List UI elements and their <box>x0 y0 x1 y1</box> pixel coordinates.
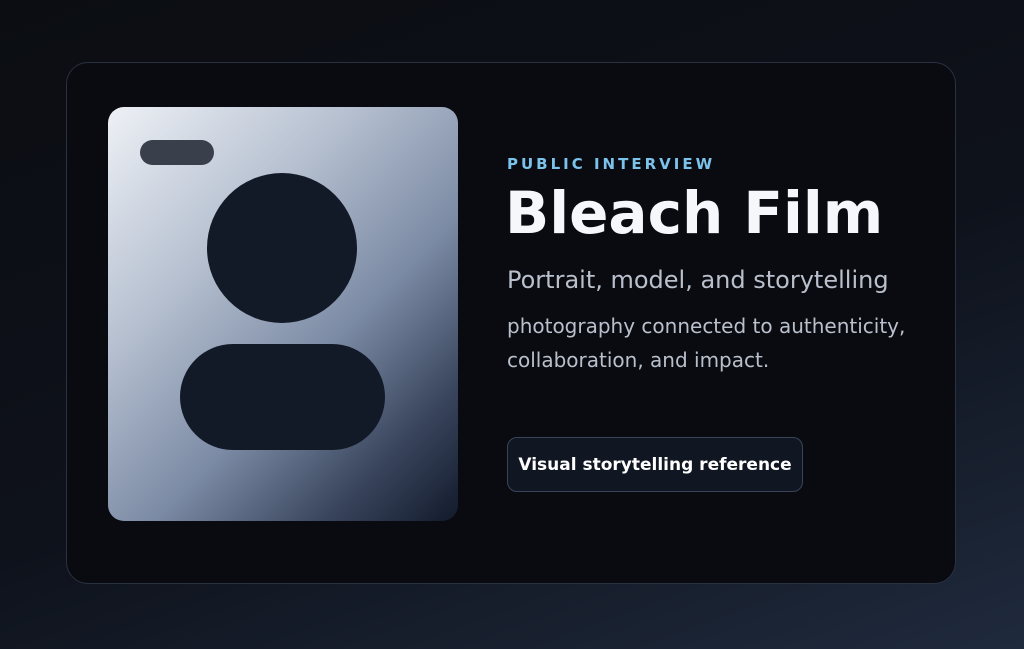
pill-badge-shape <box>140 140 214 165</box>
reference-button[interactable]: Visual storytelling reference <box>507 437 803 492</box>
avatar-head-shape <box>207 173 357 323</box>
feature-card: PUBLIC INTERVIEW Bleach Film Portrait, m… <box>66 62 956 584</box>
avatar-body-shape <box>180 344 385 450</box>
person-placeholder-icon <box>108 107 458 521</box>
card-subtitle: Portrait, model, and storytelling <box>507 266 889 294</box>
card-title: Bleach Film <box>505 179 884 247</box>
eyebrow-label: PUBLIC INTERVIEW <box>507 155 716 173</box>
card-description: photography connected to authenticity, c… <box>507 314 906 372</box>
